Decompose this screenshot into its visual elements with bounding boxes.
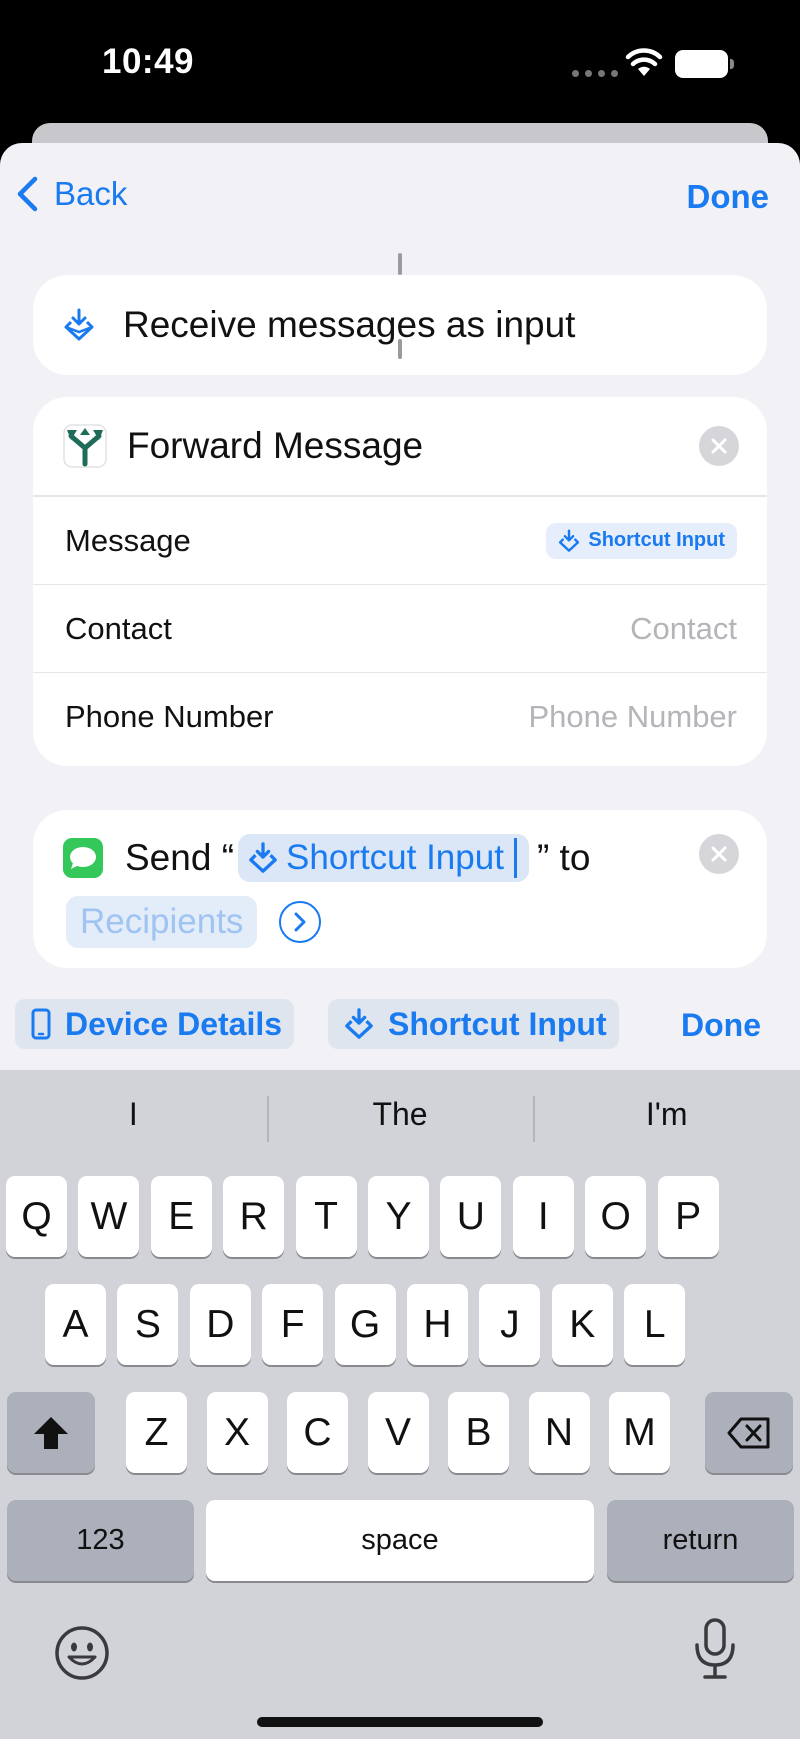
wifi-icon: [625, 48, 663, 76]
key-c[interactable]: C: [287, 1392, 348, 1473]
key-s[interactable]: S: [117, 1284, 179, 1365]
key-k[interactable]: K: [551, 1284, 613, 1365]
key-z[interactable]: Z: [126, 1392, 187, 1473]
emoji-icon[interactable]: [54, 1625, 110, 1681]
shift-key[interactable]: [7, 1392, 95, 1473]
shortcut-input-token-label: Shortcut Input: [588, 529, 725, 551]
forward-message-title: Forward Message: [127, 425, 424, 466]
key-m[interactable]: M: [609, 1392, 670, 1473]
chevron-left-icon: [17, 176, 38, 212]
forward-message-header[interactable]: Forward Message: [33, 397, 767, 497]
predictive-text-bar: I The I'm: [0, 1070, 800, 1158]
key-l[interactable]: L: [624, 1284, 686, 1365]
key-r[interactable]: R: [223, 1176, 285, 1257]
return-key[interactable]: return: [607, 1500, 794, 1581]
fork-arrow-icon: [63, 424, 107, 468]
recipients-field[interactable]: Recipients: [66, 896, 258, 948]
variable-suggestion-bar: Device Details Shortcut Input Done: [0, 981, 800, 1071]
battery-icon: [675, 50, 734, 78]
contact-label: Contact: [65, 610, 172, 646]
shift-icon: [34, 1416, 68, 1449]
key-e[interactable]: E: [150, 1176, 212, 1257]
device-details-chip[interactable]: Device Details: [15, 999, 295, 1049]
contact-placeholder: Contact: [630, 610, 737, 646]
prediction-2[interactable]: The: [266, 1070, 534, 1158]
close-icon: [711, 438, 727, 454]
key-w[interactable]: W: [78, 1176, 140, 1257]
shortcut-input-icon: [249, 842, 277, 873]
back-label: Back: [54, 175, 128, 212]
phone-icon: [31, 1008, 51, 1040]
shortcut-input-icon: [559, 528, 580, 552]
connector-line: [398, 339, 402, 359]
key-i[interactable]: I: [512, 1176, 574, 1257]
send-message-card: Send “ Shortcut Input ” to Recipients: [33, 810, 767, 968]
phone-number-label: Phone Number: [65, 699, 274, 734]
remove-action-button[interactable]: [699, 426, 739, 466]
toolbar-done-button[interactable]: Done: [681, 1007, 761, 1044]
remove-action-button[interactable]: [699, 834, 739, 874]
prediction-3[interactable]: I'm: [533, 1070, 800, 1158]
send-prefix-text: Send “: [125, 837, 235, 878]
receive-input-title: Receive messages as input: [123, 304, 576, 345]
space-key[interactable]: space: [206, 1500, 594, 1581]
close-icon: [711, 846, 727, 862]
done-button[interactable]: Done: [687, 178, 770, 216]
shortcut-input-chip[interactable]: Shortcut Input: [328, 999, 619, 1049]
back-button[interactable]: Back: [16, 175, 127, 213]
key-p[interactable]: P: [657, 1176, 719, 1257]
cellular-signal-icon: [572, 70, 618, 77]
delete-key[interactable]: [705, 1392, 793, 1473]
delete-icon: [727, 1417, 770, 1448]
status-time: 10:49: [102, 42, 195, 81]
key-a[interactable]: A: [45, 1284, 106, 1365]
key-f[interactable]: F: [262, 1284, 324, 1365]
key-o[interactable]: O: [585, 1176, 647, 1257]
message-row[interactable]: Message Shortcut Input: [33, 497, 767, 585]
device-details-label: Device Details: [65, 1005, 283, 1042]
recipients-line: Recipients: [66, 896, 322, 948]
send-message-line: Send “ Shortcut Input ” to: [63, 834, 590, 882]
numbers-key[interactable]: 123: [7, 1500, 194, 1581]
status-bar: 10:49: [0, 0, 800, 125]
text-caret: [513, 838, 517, 878]
key-n[interactable]: N: [528, 1392, 590, 1473]
prediction-1[interactable]: I: [0, 1070, 267, 1158]
microphone-icon[interactable]: [692, 1617, 738, 1681]
key-q[interactable]: Q: [6, 1176, 67, 1257]
key-d[interactable]: D: [189, 1284, 251, 1365]
keyboard: I The I'm QWERTYUIOPASDFGHJKLZXCVBNM 123…: [0, 1070, 800, 1739]
expand-options-button[interactable]: [279, 901, 322, 943]
home-indicator: [257, 1717, 543, 1727]
key-g[interactable]: G: [334, 1284, 396, 1365]
message-label: Message: [65, 522, 191, 558]
key-j[interactable]: J: [479, 1284, 541, 1365]
messages-app-icon: [63, 838, 103, 878]
key-v[interactable]: V: [367, 1392, 429, 1473]
key-t[interactable]: T: [295, 1176, 357, 1257]
shortcut-input-token[interactable]: Shortcut Input: [238, 834, 529, 882]
receive-input-card[interactable]: Receive messages as input: [33, 275, 767, 375]
key-y[interactable]: Y: [368, 1176, 429, 1257]
key-b[interactable]: B: [448, 1392, 509, 1473]
phone-number-row[interactable]: Phone Number Phone Number: [33, 673, 767, 761]
shortcut-input-token[interactable]: Shortcut Input: [546, 522, 737, 559]
contact-row[interactable]: Contact Contact: [33, 585, 767, 673]
shortcut-input-icon: [64, 308, 94, 341]
phone-number-placeholder: Phone Number: [528, 699, 737, 734]
send-suffix-text: ” to: [536, 837, 591, 878]
forward-message-card: Forward Message Message Shortcut Input C…: [33, 397, 767, 766]
chevron-right-icon: [294, 912, 306, 932]
shortcut-input-chip-label: Shortcut Input: [388, 1005, 607, 1042]
shortcut-input-icon: [345, 1008, 373, 1039]
key-h[interactable]: H: [407, 1284, 468, 1365]
key-u[interactable]: U: [440, 1176, 502, 1257]
key-x[interactable]: X: [206, 1392, 268, 1473]
shortcut-input-token-label: Shortcut Input: [286, 838, 504, 877]
connector-line: [398, 253, 402, 275]
